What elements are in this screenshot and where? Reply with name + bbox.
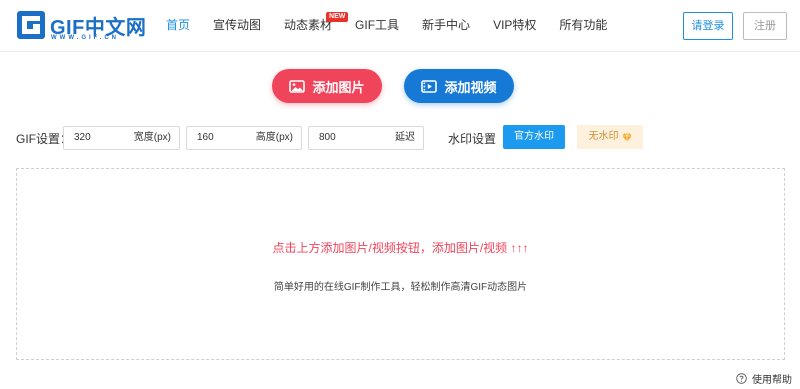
question-circle-icon <box>736 373 747 384</box>
logo-subtext: WWW.GIF.CN <box>51 35 119 41</box>
nav-item-home[interactable]: 首页 <box>166 0 190 52</box>
video-icon <box>421 79 438 93</box>
nav-item-label: 首页 <box>166 18 191 32</box>
upload-drop-zone[interactable]: 点击上方添加图片/视频按钮，添加图片/视频 ↑↑↑ 简单好用的在线GIF制作工具… <box>16 168 785 360</box>
nav-item-animated-assets[interactable]: 动态素材 NEW <box>284 0 349 52</box>
official-watermark-button[interactable]: 官方水印 <box>503 125 565 149</box>
nav-item-label: 动态素材 <box>284 18 333 32</box>
width-unit: 宽度(px) <box>133 132 171 143</box>
nav-item-label: VIP特权 <box>493 18 537 32</box>
delay-unit: 延迟 <box>395 132 415 143</box>
height-field[interactable]: 160 高度(px) <box>186 126 302 150</box>
drop-zone-subtitle: 简单好用的在线GIF制作工具，轻松制作高清GIF动态图片 <box>273 282 528 293</box>
logo-mark-icon <box>17 11 45 39</box>
add-video-label: 添加视频 <box>444 79 497 95</box>
main-nav: 首页 宣传动图 动态素材 NEW GIF工具 新手中心 VIP特权 所有功能 <box>166 0 630 52</box>
width-field[interactable]: 320 宽度(px) <box>63 126 180 150</box>
nav-item-label: 新手中心 <box>422 18 471 32</box>
nav-item-vip[interactable]: VIP特权 <box>493 0 536 52</box>
height-unit: 高度(px) <box>255 132 293 143</box>
watermark-settings-label: 水印设置 <box>448 132 497 146</box>
site-logo[interactable]: GIF中文网 WWW.GIF.CN <box>16 10 146 44</box>
image-icon <box>289 79 306 93</box>
no-watermark-label: 无水印 <box>588 131 619 142</box>
nav-item-label: GIF工具 <box>355 18 400 32</box>
add-image-button[interactable]: 添加图片 <box>272 69 382 103</box>
help-link[interactable]: 使用帮助 <box>736 371 792 386</box>
nav-item-promo-gifs[interactable]: 宣传动图 <box>213 0 261 52</box>
diamond-icon <box>621 132 632 142</box>
no-watermark-button[interactable]: 无水印 <box>577 125 643 149</box>
nav-item-beginner-center[interactable]: 新手中心 <box>422 0 470 52</box>
nav-item-label: 宣传动图 <box>213 18 262 32</box>
add-video-button[interactable]: 添加视频 <box>404 69 514 103</box>
new-badge: NEW <box>326 12 349 22</box>
login-button[interactable]: 请登录 <box>683 12 733 40</box>
add-image-label: 添加图片 <box>312 79 365 95</box>
nav-item-gif-tools[interactable]: GIF工具 <box>355 0 399 52</box>
height-value: 160 <box>197 132 214 143</box>
nav-item-label: 所有功能 <box>559 18 608 32</box>
nav-item-all-features[interactable]: 所有功能 <box>559 0 607 52</box>
register-button[interactable]: 注册 <box>743 12 787 40</box>
drop-zone-tip: 点击上方添加图片/视频按钮，添加图片/视频 ↑↑↑ <box>272 241 529 255</box>
help-label: 使用帮助 <box>752 375 792 386</box>
delay-value: 800 <box>319 132 336 143</box>
top-header: GIF中文网 WWW.GIF.CN 首页 宣传动图 动态素材 NEW GIF工具… <box>0 0 800 52</box>
width-value: 320 <box>74 132 91 143</box>
delay-field[interactable]: 800 延迟 <box>308 126 424 150</box>
